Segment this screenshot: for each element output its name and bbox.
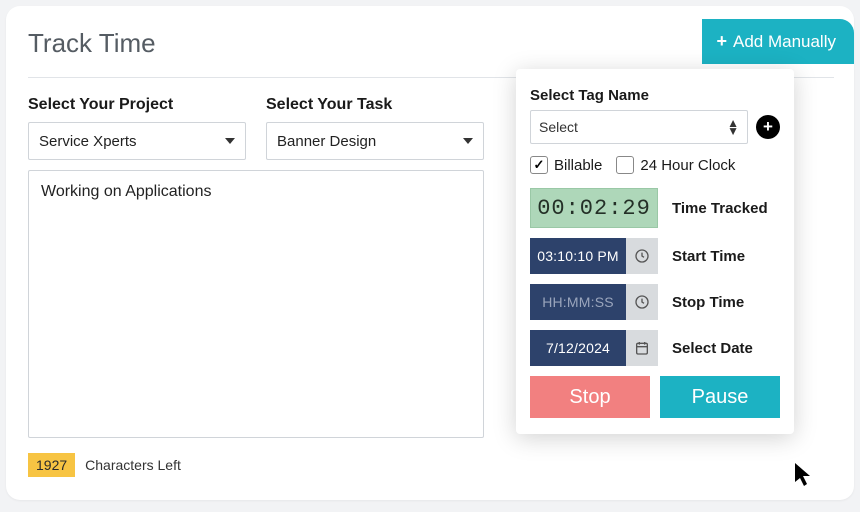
project-value: Service Xperts	[39, 133, 137, 150]
tag-label: Select Tag Name	[530, 87, 748, 104]
billable-checkbox[interactable]	[530, 156, 548, 174]
tag-field: Select Tag Name Select ▲▼	[530, 87, 748, 144]
tag-value: Select	[539, 119, 578, 135]
add-manually-label: Add Manually	[733, 32, 836, 52]
task-label: Select Your Task	[266, 96, 484, 114]
clock24-checkbox[interactable]	[616, 156, 634, 174]
tag-row: Select Tag Name Select ▲▼ +	[530, 87, 780, 144]
start-time-value: 03:10:10 PM	[530, 238, 626, 274]
start-time-label: Start Time	[672, 248, 745, 265]
character-counter: 1927 Characters Left	[28, 453, 834, 477]
tag-select[interactable]: Select ▲▼	[530, 110, 748, 144]
task-select[interactable]: Banner Design	[266, 122, 484, 160]
date-value: 7/12/2024	[530, 330, 626, 366]
start-time-input[interactable]: 03:10:10 PM	[530, 238, 658, 274]
project-field: Select Your Project Service Xperts	[28, 96, 246, 160]
stop-button[interactable]: Stop	[530, 376, 650, 418]
stop-time-row: HH:MM:SS Stop Time	[530, 284, 780, 320]
billable-label: Billable	[554, 157, 602, 174]
add-manually-button[interactable]: + Add Manually	[702, 19, 854, 64]
options-row: Billable 24 Hour Clock	[530, 156, 780, 174]
chevron-down-icon	[463, 138, 473, 144]
pause-button[interactable]: Pause	[660, 376, 780, 418]
clock-icon	[626, 284, 658, 320]
time-tracked-label: Time Tracked	[672, 200, 768, 217]
time-tracker-card: Track Time + Add Manually Select Your Pr…	[6, 6, 854, 500]
add-tag-button[interactable]: +	[756, 115, 780, 139]
tracker-panel: Select Tag Name Select ▲▼ + Billable 24 …	[516, 69, 794, 434]
date-row: 7/12/2024 Select Date	[530, 330, 780, 366]
chevron-down-icon	[225, 138, 235, 144]
stop-time-placeholder: HH:MM:SS	[530, 284, 626, 320]
plus-icon: +	[716, 31, 727, 52]
char-left-label: Characters Left	[85, 457, 181, 473]
task-field: Select Your Task Banner Design	[266, 96, 484, 160]
calendar-icon	[626, 330, 658, 366]
project-label: Select Your Project	[28, 96, 246, 114]
page-title: Track Time	[28, 28, 156, 59]
clock-icon	[626, 238, 658, 274]
time-tracked-row: 00:02:29 Time Tracked	[530, 188, 780, 228]
char-count-badge: 1927	[28, 453, 75, 477]
stop-time-input[interactable]: HH:MM:SS	[530, 284, 658, 320]
start-time-row: 03:10:10 PM Start Time	[530, 238, 780, 274]
date-label: Select Date	[672, 340, 753, 357]
clock24-label: 24 Hour Clock	[640, 157, 735, 174]
billable-option: Billable	[530, 156, 602, 174]
sort-icon: ▲▼	[727, 119, 739, 135]
description-input[interactable]	[28, 170, 484, 438]
action-buttons: Stop Pause	[530, 376, 780, 418]
task-value: Banner Design	[277, 133, 376, 150]
timer-display: 00:02:29	[530, 188, 658, 228]
project-select[interactable]: Service Xperts	[28, 122, 246, 160]
date-input[interactable]: 7/12/2024	[530, 330, 658, 366]
clock24-option: 24 Hour Clock	[616, 156, 735, 174]
stop-time-label: Stop Time	[672, 294, 744, 311]
plus-icon: +	[763, 117, 773, 137]
